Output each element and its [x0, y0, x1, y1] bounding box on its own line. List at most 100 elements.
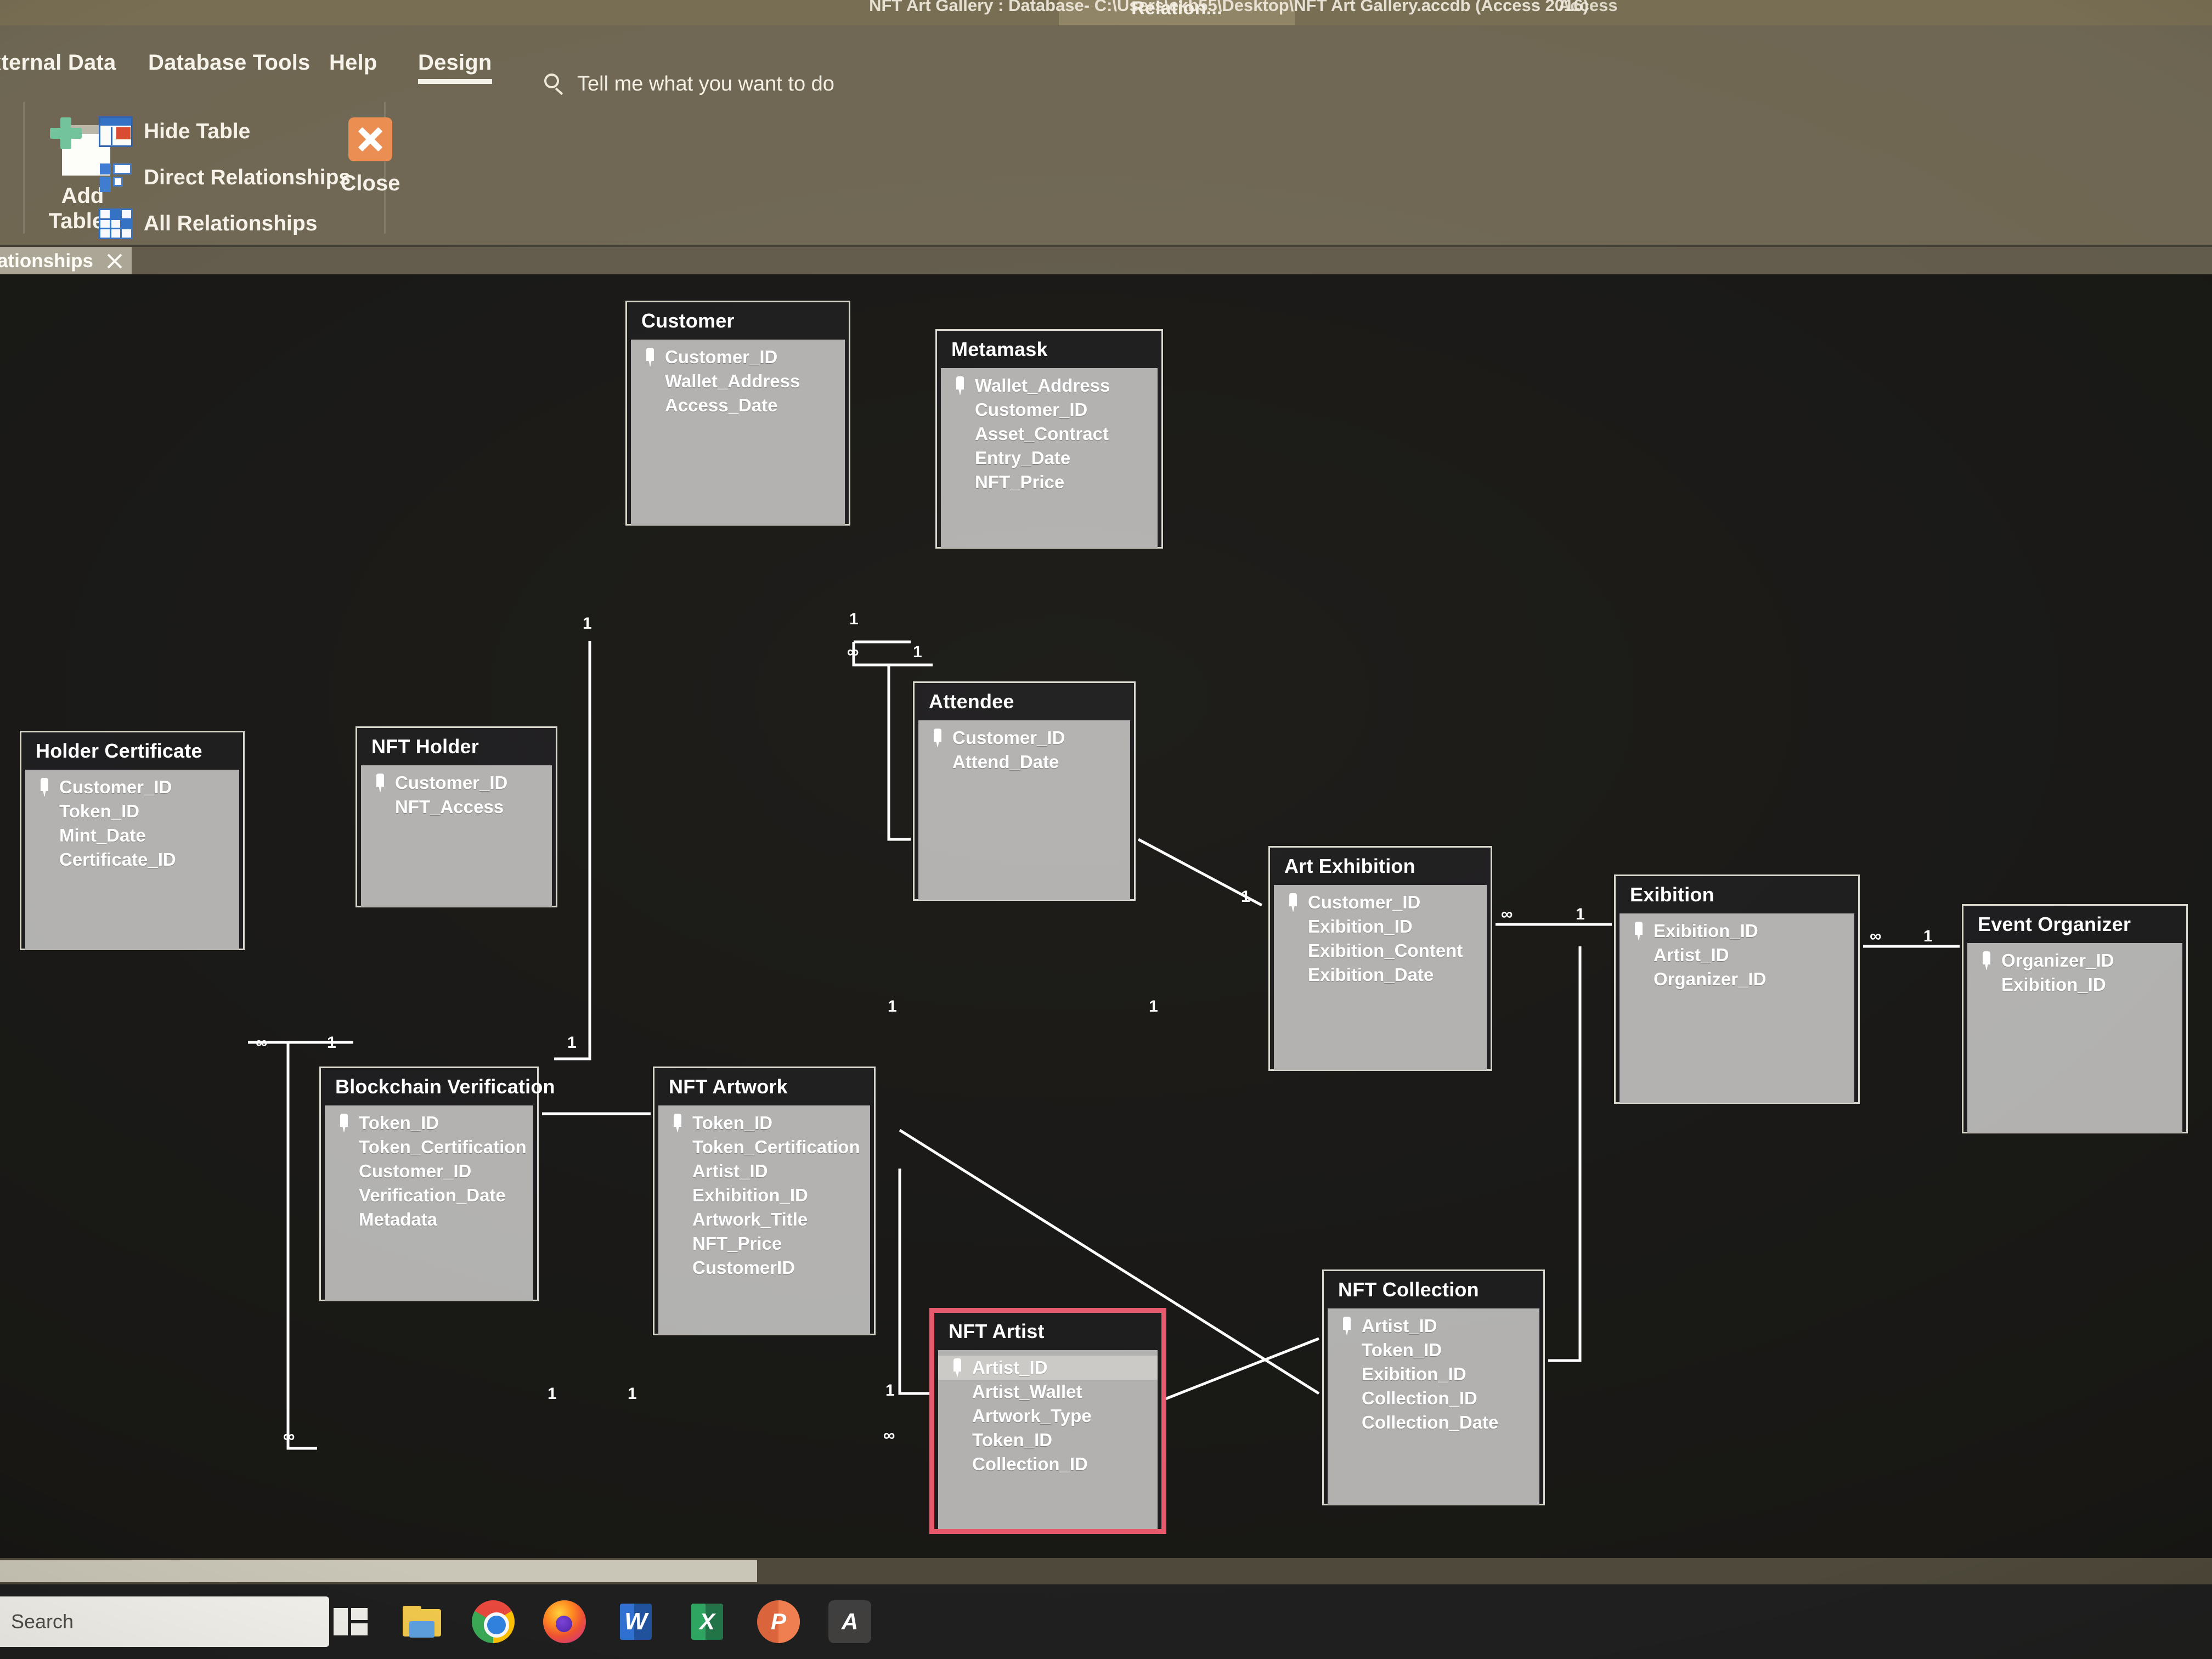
access-relationships-screen: Relation... NFT Art Gallery : Database- … [0, 0, 2212, 1659]
field-row[interactable]: Customer_ID [918, 726, 1130, 750]
field-row[interactable]: Artist_Wallet [938, 1380, 1158, 1404]
field-list[interactable]: Token_ID Token_Certification Customer_ID Ve… [325, 1105, 533, 1301]
file-explorer-icon[interactable] [400, 1600, 443, 1643]
field-list[interactable]: Exibition_ID Artist_ID Organizer_ID [1620, 913, 1854, 1103]
scrollbar-thumb[interactable] [0, 1560, 757, 1582]
table-window-attendee[interactable]: Attendee Customer_ID Attend_Date [913, 681, 1136, 901]
field-row[interactable]: Exibition_ID [1274, 915, 1487, 939]
close-icon[interactable] [105, 252, 124, 270]
field-row[interactable]: NFT_Price [658, 1232, 870, 1256]
field-row[interactable]: Artist_ID [1620, 943, 1854, 967]
field-row[interactable]: Exibition_Content [1274, 939, 1487, 963]
field-row[interactable]: Exibition_ID [1328, 1362, 1539, 1386]
field-row[interactable]: NFT_Access [361, 795, 552, 819]
field-row[interactable]: Exibition_ID [1967, 973, 2182, 997]
field-row[interactable]: Artwork_Type [938, 1404, 1158, 1428]
all-relationships-button[interactable]: All Relationships [99, 201, 351, 247]
ribbon-tab-external-data[interactable]: xternal Data [0, 50, 116, 75]
field-row[interactable]: Exibition_Date [1274, 963, 1487, 987]
field-row[interactable]: Token_ID [325, 1111, 533, 1135]
field-row[interactable]: Collection_ID [1328, 1386, 1539, 1410]
access-icon[interactable]: A [816, 1590, 883, 1653]
search-input[interactable]: Search [0, 1596, 329, 1647]
field-row[interactable]: Mint_Date [25, 823, 239, 848]
field-list[interactable]: Artist_ID Token_ID Exibition_ID Collection_… [1328, 1308, 1539, 1505]
table-window-customer[interactable]: Customer Customer_ID Wallet_Address Access_… [625, 301, 850, 526]
field-row[interactable]: Exibition_ID [1620, 919, 1854, 943]
field-row[interactable]: Entry_Date [941, 446, 1158, 470]
field-list[interactable]: Customer_ID Wallet_Address Access_Date [631, 340, 845, 525]
close-button[interactable]: Close [324, 117, 417, 196]
field-row[interactable]: Collection_Date [1328, 1410, 1539, 1435]
field-row[interactable]: Wallet_Address [631, 369, 845, 393]
field-row[interactable]: Token_ID [1328, 1338, 1539, 1362]
ribbon-tab-design[interactable]: Design [418, 50, 492, 84]
field-name: Customer_ID [952, 727, 1065, 748]
excel-icon[interactable]: X [686, 1600, 729, 1643]
field-row[interactable]: Customer_ID [325, 1159, 533, 1183]
field-row[interactable]: Token_ID [938, 1428, 1158, 1452]
field-row[interactable]: Access_Date [631, 393, 845, 417]
firefox-icon[interactable] [543, 1600, 586, 1643]
search-placeholder: Search [11, 1610, 74, 1633]
field-row[interactable]: Artwork_Title [658, 1207, 870, 1232]
field-row[interactable]: Token_ID [25, 799, 239, 823]
field-row[interactable]: Artist_ID [658, 1159, 870, 1183]
ribbon-tab-database-tools[interactable]: Database Tools [148, 50, 310, 75]
field-row[interactable]: Organizer_ID [1620, 967, 1854, 991]
field-list[interactable]: Customer_ID NFT_Access [361, 765, 552, 907]
field-row[interactable]: Token_ID [658, 1111, 870, 1135]
table-window-nft-holder[interactable]: NFT Holder Customer_ID NFT_Access [356, 726, 557, 907]
table-window-art-exhibition[interactable]: Art Exhibition Customer_ID Exibition_ID Exi… [1268, 846, 1492, 1071]
field-row[interactable]: Asset_Contract [941, 422, 1158, 446]
field-row[interactable]: Artist_ID [1328, 1314, 1539, 1338]
field-list[interactable]: Artist_ID Artist_Wallet Artwork_Type Token_… [938, 1350, 1158, 1530]
field-row[interactable]: Artist_ID [938, 1356, 1158, 1380]
table-window-nft-artist[interactable]: NFT Artist Artist_ID Artist_Wallet Artwork_… [929, 1308, 1166, 1534]
tell-me-search[interactable]: Tell me what you want to do [543, 72, 834, 96]
table-window-metamask[interactable]: Metamask Wallet_Address Customer_ID Asset_C… [935, 329, 1163, 549]
field-list[interactable]: Organizer_ID Exibition_ID [1967, 943, 2182, 1133]
relationships-canvas[interactable]: 1 1 ∞ 1 1 1 ∞ 1 1 1 ∞ 1 ∞ 1 ∞ 1 1 1 ∞ 1 … [0, 274, 2212, 1558]
field-row[interactable]: Certificate_ID [25, 848, 239, 872]
field-row[interactable]: Verification_Date [325, 1183, 533, 1207]
field-row[interactable]: Customer_ID [361, 771, 552, 795]
chrome-icon[interactable] [472, 1600, 515, 1643]
ribbon-group-divider [23, 102, 25, 234]
horizontal-scrollbar[interactable] [0, 1558, 2212, 1584]
primary-key-icon [1632, 922, 1646, 940]
field-row[interactable]: Wallet_Address [941, 374, 1158, 398]
table-window-nft-collection[interactable]: NFT Collection Artist_ID Token_ID Exibition… [1322, 1269, 1545, 1505]
field-list[interactable]: Customer_ID Attend_Date [918, 720, 1130, 900]
direct-relationships-button[interactable]: Direct Relationships [99, 155, 351, 201]
field-row[interactable]: Customer_ID [631, 345, 845, 369]
table-window-blockchain-verification[interactable]: Blockchain Verification Token_ID Token_Cer… [319, 1066, 555, 1301]
hide-table-button[interactable]: Hide Table [99, 109, 351, 155]
table-window-exibition[interactable]: Exibition Exibition_ID Artist_ID Organizer_… [1614, 874, 1860, 1104]
field-row[interactable]: Token_Certification [325, 1135, 533, 1159]
field-list[interactable]: Wallet_Address Customer_ID Asset_Contract E… [941, 368, 1158, 548]
table-window-holder-certificate[interactable]: Holder Certificate Customer_ID Token_ID Min… [20, 731, 245, 950]
field-row[interactable]: Exhibition_ID [658, 1183, 870, 1207]
tab-relationships[interactable]: ationships [0, 247, 132, 275]
task-view-icon[interactable] [329, 1600, 372, 1643]
field-row[interactable]: Customer_ID [25, 775, 239, 799]
field-list[interactable]: Customer_ID Exibition_ID Exibition_Content… [1274, 885, 1487, 1070]
field-list[interactable]: Token_ID Token_Certification Artist_ID Exhi… [658, 1105, 870, 1335]
field-row[interactable]: Collection_ID [938, 1452, 1158, 1476]
table-window-event-organizer[interactable]: Event Organizer Organizer_ID Exibition_ID [1962, 904, 2188, 1133]
ribbon-tab-help[interactable]: Help [329, 50, 377, 75]
field-row[interactable]: Attend_Date [918, 750, 1130, 774]
table-window-nft-artwork[interactable]: NFT Artwork Token_ID Token_Certification Ar… [653, 1066, 876, 1335]
field-list[interactable]: Customer_ID Token_ID Mint_Date Certificate_… [25, 770, 239, 950]
field-row[interactable]: Organizer_ID [1967, 949, 2182, 973]
field-row[interactable]: CustomerID [658, 1256, 870, 1280]
field-row[interactable]: NFT_Price [941, 470, 1158, 494]
field-row[interactable]: Token_Certification [658, 1135, 870, 1159]
table-title: Metamask [951, 338, 1048, 360]
powerpoint-icon[interactable]: P [757, 1600, 800, 1643]
field-row[interactable]: Metadata [325, 1207, 533, 1232]
word-icon[interactable]: W [614, 1600, 657, 1643]
field-row[interactable]: Customer_ID [941, 398, 1158, 422]
field-row[interactable]: Customer_ID [1274, 890, 1487, 915]
